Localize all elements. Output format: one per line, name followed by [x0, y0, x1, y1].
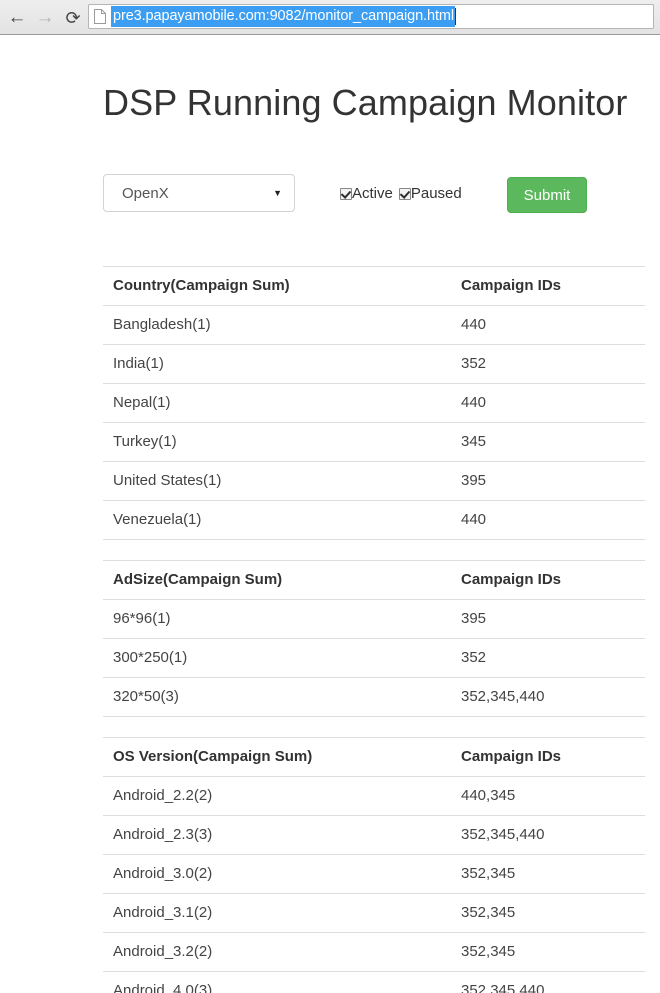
table-row: Android_2.3(3) 352,345,440 [103, 815, 645, 855]
table-row: Android_3.2(2) 352,345 [103, 932, 645, 972]
table-row: Android_4.0(3) 352,345,440 [103, 971, 645, 993]
column-header-dimension: AdSize(Campaign Sum) [103, 560, 451, 600]
page-content: DSP Running Campaign Monitor OpenX ▼ Act… [0, 36, 660, 993]
table-header-row: OS Version(Campaign Sum) Campaign IDs [103, 737, 645, 777]
cell-campaign-ids: 345 [451, 422, 645, 462]
column-header-dimension: Country(Campaign Sum) [103, 266, 451, 306]
status-checkbox-group: Active Paused [340, 185, 462, 202]
filter-controls: OpenX ▼ Active Paused Submit [103, 174, 603, 216]
cell-campaign-ids: 352,345 [451, 893, 645, 933]
column-header-campaign-ids: Campaign IDs [451, 266, 645, 306]
results-tables: Country(Campaign Sum) Campaign IDs Bangl… [103, 266, 645, 993]
submit-button[interactable]: Submit [507, 177, 587, 213]
ad-source-select[interactable]: OpenX ▼ [103, 174, 295, 212]
browser-toolbar: ← → ⟳ pre3.papayamobile.com:9082/monitor… [0, 0, 660, 35]
table-row: 320*50(3) 352,345,440 [103, 677, 645, 717]
os-version-table: OS Version(Campaign Sum) Campaign IDs An… [103, 737, 645, 993]
cell-dimension: Bangladesh(1) [103, 305, 451, 345]
checkbox-active[interactable]: Active [340, 185, 393, 202]
cell-dimension: Nepal(1) [103, 383, 451, 423]
cell-campaign-ids: 352,345 [451, 932, 645, 972]
cell-dimension: Android_2.3(3) [103, 815, 451, 855]
table-row: United States(1) 395 [103, 461, 645, 501]
forward-button[interactable]: → [31, 3, 59, 33]
cell-campaign-ids: 352 [451, 344, 645, 384]
cell-dimension: Android_3.1(2) [103, 893, 451, 933]
cell-campaign-ids: 352,345 [451, 854, 645, 894]
cell-dimension: Android_3.0(2) [103, 854, 451, 894]
cell-dimension: Venezuela(1) [103, 500, 451, 540]
checkbox-paused-box[interactable] [398, 187, 411, 200]
cell-dimension: Android_2.2(2) [103, 776, 451, 816]
cell-campaign-ids: 352,345,440 [451, 677, 645, 717]
table-row: Nepal(1) 440 [103, 383, 645, 423]
arrow-right-icon: → [35, 7, 55, 28]
cell-campaign-ids: 395 [451, 461, 645, 501]
table-row: Android_2.2(2) 440,345 [103, 776, 645, 816]
cell-dimension: Android_4.0(3) [103, 971, 451, 993]
table-row: Android_3.0(2) 352,345 [103, 854, 645, 894]
checkbox-paused[interactable]: Paused [398, 185, 462, 202]
cell-campaign-ids: 440 [451, 500, 645, 540]
country-table: Country(Campaign Sum) Campaign IDs Bangl… [103, 266, 645, 540]
cell-dimension: Turkey(1) [103, 422, 451, 462]
text-cursor [454, 8, 456, 25]
checkbox-active-label: Active [352, 185, 393, 202]
table-row: India(1) 352 [103, 344, 645, 384]
document-icon [94, 9, 106, 24]
back-button[interactable]: ← [3, 3, 31, 33]
url-text[interactable]: pre3.papayamobile.com:9082/monitor_campa… [111, 6, 455, 27]
adsize-table: AdSize(Campaign Sum) Campaign IDs 96*96(… [103, 560, 645, 717]
table-row: Bangladesh(1) 440 [103, 305, 645, 345]
chevron-down-icon: ▼ [273, 187, 282, 198]
column-header-campaign-ids: Campaign IDs [451, 737, 645, 777]
cell-dimension: India(1) [103, 344, 451, 384]
table-row: Turkey(1) 345 [103, 422, 645, 462]
table-header-row: Country(Campaign Sum) Campaign IDs [103, 266, 645, 306]
cell-campaign-ids: 440 [451, 305, 645, 345]
cell-campaign-ids: 440,345 [451, 776, 645, 816]
table-row: 96*96(1) 395 [103, 599, 645, 639]
cell-dimension: Android_3.2(2) [103, 932, 451, 972]
cell-campaign-ids: 352 [451, 638, 645, 678]
checkbox-paused-label: Paused [410, 185, 462, 202]
cell-dimension: United States(1) [103, 461, 451, 501]
cell-dimension: 300*250(1) [103, 638, 451, 678]
cell-campaign-ids: 395 [451, 599, 645, 639]
cell-campaign-ids: 352,345,440 [451, 971, 645, 993]
table-row: 300*250(1) 352 [103, 638, 645, 678]
column-header-campaign-ids: Campaign IDs [451, 560, 645, 600]
table-header-row: AdSize(Campaign Sum) Campaign IDs [103, 560, 645, 600]
checkbox-active-box[interactable] [340, 187, 352, 200]
cell-campaign-ids: 440 [451, 383, 645, 423]
reload-button[interactable]: ⟳ [59, 3, 87, 33]
cell-campaign-ids: 352,345,440 [451, 815, 645, 855]
arrow-left-icon: ← [7, 7, 27, 28]
navigation-buttons: ← → ⟳ [0, 0, 87, 35]
cell-dimension: 96*96(1) [103, 599, 451, 639]
table-row: Android_3.1(2) 352,345 [103, 893, 645, 933]
table-row: Venezuela(1) 440 [103, 500, 645, 540]
ad-source-select-value: OpenX [122, 184, 169, 202]
page-title: DSP Running Campaign Monitor [103, 82, 628, 123]
column-header-dimension: OS Version(Campaign Sum) [103, 737, 451, 777]
address-bar[interactable]: pre3.papayamobile.com:9082/monitor_campa… [88, 4, 654, 29]
reload-icon: ⟳ [65, 7, 81, 28]
cell-dimension: 320*50(3) [103, 677, 451, 717]
